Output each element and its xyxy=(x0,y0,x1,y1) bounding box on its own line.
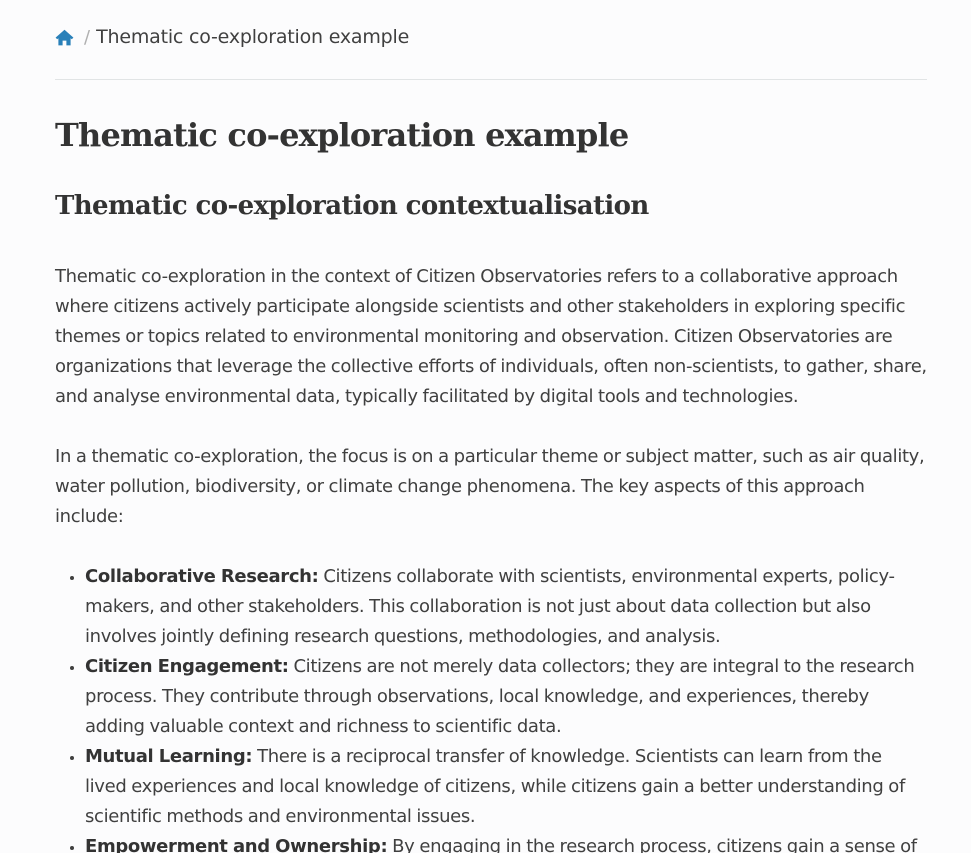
intro-paragraph: Thematic co-exploration in the context o… xyxy=(55,266,927,407)
aspect-term: Citizen Engagement: xyxy=(85,656,289,677)
document-page: / Thematic co-exploration example Themat… xyxy=(55,0,927,853)
aspects-list: Collaborative Research: Citizens collabo… xyxy=(55,562,927,853)
aspect-term: Mutual Learning: xyxy=(85,746,253,767)
page-title: Thematic co-exploration example xyxy=(55,116,629,154)
list-item: Collaborative Research: Citizens collabo… xyxy=(85,562,927,652)
breadcrumb-separator: / xyxy=(84,26,91,48)
home-icon[interactable] xyxy=(55,29,74,46)
breadcrumb: / Thematic co-exploration example xyxy=(55,0,927,73)
aspect-term: Empowerment and Ownership: xyxy=(85,836,388,853)
aspect-text: By engaging in the research process, cit… xyxy=(387,836,917,853)
list-item: Mutual Learning: There is a reciprocal t… xyxy=(85,742,927,832)
list-item: Citizen Engagement: Citizens are not mer… xyxy=(85,652,927,742)
aspects-intro-paragraph: In a thematic co-exploration, the focus … xyxy=(55,446,925,527)
breadcrumb-current: Thematic co-exploration example xyxy=(96,26,410,48)
list-item: Empowerment and Ownership: By engaging i… xyxy=(85,832,927,853)
divider xyxy=(55,79,927,80)
aspect-term: Collaborative Research: xyxy=(85,566,319,587)
section-title: Thematic co-exploration contextualisatio… xyxy=(55,191,649,221)
